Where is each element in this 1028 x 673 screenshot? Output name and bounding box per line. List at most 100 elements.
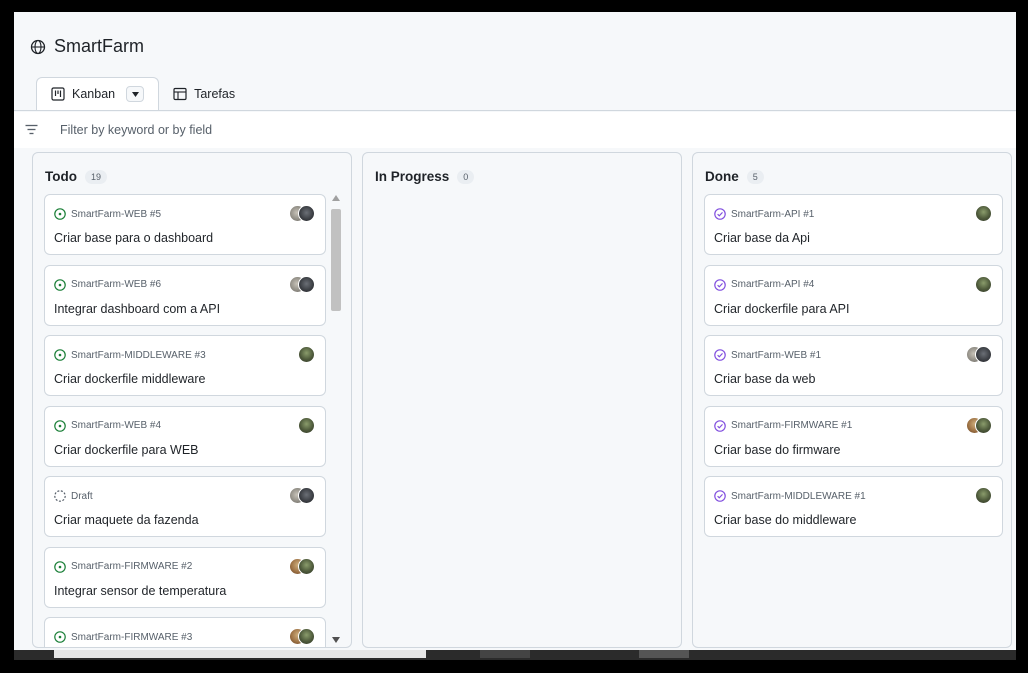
avatar[interactable] xyxy=(298,205,315,222)
avatar[interactable] xyxy=(298,557,315,575)
assignee-avatars[interactable] xyxy=(289,205,315,222)
column-scrollbar[interactable] xyxy=(329,193,343,645)
card-title[interactable]: Criar base para o dashboard xyxy=(54,231,213,245)
card-meta: SmartFarm-MIDDLEWARE #1 xyxy=(714,490,866,502)
issue-card[interactable]: SmartFarm-WEB #5 Criar base para o dashbo… xyxy=(44,194,326,255)
avatar[interactable] xyxy=(298,628,315,645)
card-list: SmartFarm-WEB #5 Criar base para o dashbo… xyxy=(44,194,326,647)
avatar[interactable] xyxy=(975,416,992,434)
assignee-avatars[interactable] xyxy=(975,205,992,222)
assignee-avatars[interactable] xyxy=(966,416,992,434)
card-title[interactable]: Criar base da Api xyxy=(714,231,810,245)
column-todo: Todo 19 SmartFarm-WEB #5 Criar base para … xyxy=(32,152,352,648)
card-reference[interactable]: SmartFarm-FIRMWARE #2 xyxy=(71,561,192,572)
scroll-up-icon[interactable] xyxy=(332,195,340,201)
header-divider xyxy=(14,110,1016,111)
tab-tarefas-label: Tarefas xyxy=(194,87,236,101)
horizontal-scroll-thumb[interactable] xyxy=(54,650,426,658)
table-icon xyxy=(173,87,187,101)
filter-input[interactable]: Filter by keyword or by field xyxy=(60,123,212,137)
avatar[interactable] xyxy=(298,275,315,293)
card-reference[interactable]: Draft xyxy=(71,491,93,502)
issue-card[interactable]: SmartFarm-MIDDLEWARE #3 Criar dockerfile … xyxy=(44,335,326,396)
column-name: Todo xyxy=(45,169,77,184)
card-meta: SmartFarm-FIRMWARE #1 xyxy=(714,419,852,432)
issue-card[interactable]: SmartFarm-WEB #1 Criar base da web xyxy=(704,335,1003,396)
assignee-avatars[interactable] xyxy=(289,487,315,504)
card-meta: SmartFarm-API #1 xyxy=(714,208,814,220)
column-in-progress: In Progress 0 xyxy=(362,152,682,648)
issue-closed-icon xyxy=(714,349,726,361)
card-reference[interactable]: SmartFarm-API #1 xyxy=(731,209,814,220)
issue-open-icon xyxy=(54,208,66,220)
card-reference[interactable]: SmartFarm-WEB #6 xyxy=(71,279,161,290)
issue-open-icon xyxy=(54,560,66,573)
card-reference[interactable]: SmartFarm-MIDDLEWARE #3 xyxy=(71,350,206,361)
card-reference[interactable]: SmartFarm-WEB #5 xyxy=(71,209,161,220)
card-title[interactable]: Integrar dashboard com a API xyxy=(54,302,220,316)
project-header: SmartFarm Kanban Tarefas xyxy=(14,12,1016,112)
card-meta: SmartFarm-FIRMWARE #3 xyxy=(54,631,192,643)
issue-closed-icon xyxy=(714,278,726,291)
view-tabs: Kanban Tarefas xyxy=(36,77,249,110)
issue-card[interactable]: SmartFarm-API #1 Criar base da Api xyxy=(704,194,1003,255)
assignee-avatars[interactable] xyxy=(289,557,315,575)
assignee-avatars[interactable] xyxy=(975,275,992,293)
avatar[interactable] xyxy=(975,275,992,293)
scroll-down-icon[interactable] xyxy=(332,637,340,643)
chevron-down-icon xyxy=(131,91,139,97)
avatar[interactable] xyxy=(975,487,992,504)
issue-card[interactable]: SmartFarm-FIRMWARE #3 xyxy=(44,617,326,647)
avatar[interactable] xyxy=(975,346,992,363)
issue-card[interactable]: SmartFarm-API #4 Criar dockerfile para AP… xyxy=(704,264,1003,326)
card-reference[interactable]: SmartFarm-FIRMWARE #3 xyxy=(71,632,192,643)
assignee-avatars[interactable] xyxy=(289,275,315,293)
view-options-button[interactable] xyxy=(126,86,145,102)
avatar[interactable] xyxy=(298,346,315,363)
tab-kanban[interactable]: Kanban xyxy=(36,77,160,110)
avatar[interactable] xyxy=(298,487,315,504)
title-row: SmartFarm xyxy=(30,36,144,57)
column-name: In Progress xyxy=(375,169,450,184)
card-title[interactable]: Criar base do middleware xyxy=(714,513,856,527)
assignee-avatars[interactable] xyxy=(298,346,315,363)
assignee-avatars[interactable] xyxy=(966,346,992,363)
issue-card[interactable]: SmartFarm-WEB #4 Criar dockerfile para WE… xyxy=(44,405,326,467)
card-title[interactable]: Integrar sensor de temperatura xyxy=(54,584,226,598)
card-title[interactable]: Criar base da web xyxy=(714,372,815,386)
card-meta: Draft xyxy=(54,490,93,502)
card-meta: SmartFarm-WEB #4 xyxy=(54,419,161,432)
assignee-avatars[interactable] xyxy=(975,487,992,504)
card-title[interactable]: Criar dockerfile para API xyxy=(714,302,849,316)
filter-bar[interactable]: Filter by keyword or by field xyxy=(14,112,1016,148)
tab-tarefas[interactable]: Tarefas xyxy=(159,78,249,110)
issue-closed-icon xyxy=(714,419,726,432)
issue-card[interactable]: SmartFarm-MIDDLEWARE #1 Criar base do mid… xyxy=(704,476,1003,537)
card-reference[interactable]: SmartFarm-WEB #4 xyxy=(71,420,161,431)
assignee-avatars[interactable] xyxy=(289,628,315,645)
card-reference[interactable]: SmartFarm-API #4 xyxy=(731,279,814,290)
globe-icon xyxy=(30,39,46,54)
card-reference[interactable]: SmartFarm-WEB #1 xyxy=(731,350,821,361)
card-meta: SmartFarm-WEB #1 xyxy=(714,349,821,361)
project-window: SmartFarm Kanban Tarefas Filter by keywo… xyxy=(14,12,1016,652)
card-title[interactable]: Criar maquete da fazenda xyxy=(54,513,199,527)
horizontal-scrollbar[interactable] xyxy=(14,650,1016,660)
avatar[interactable] xyxy=(975,205,992,222)
assignee-avatars[interactable] xyxy=(298,416,315,434)
issue-card[interactable]: Draft Criar maquete da fazenda xyxy=(44,476,326,537)
card-title[interactable]: Criar base do firmware xyxy=(714,443,840,457)
scroll-thumb[interactable] xyxy=(331,209,341,311)
card-title[interactable]: Criar dockerfile para WEB xyxy=(54,443,199,457)
taskbar-segment xyxy=(639,650,689,658)
issue-open-icon xyxy=(54,631,66,643)
issue-card[interactable]: SmartFarm-WEB #6 Integrar dashboard com a… xyxy=(44,264,326,326)
issue-card[interactable]: SmartFarm-FIRMWARE #1 Criar base do firmw… xyxy=(704,405,1003,467)
card-reference[interactable]: SmartFarm-FIRMWARE #1 xyxy=(731,420,852,431)
project-board-icon xyxy=(51,87,65,101)
issue-closed-icon xyxy=(714,490,726,502)
issue-card[interactable]: SmartFarm-FIRMWARE #2 Integrar sensor de … xyxy=(44,546,326,608)
card-title[interactable]: Criar dockerfile middleware xyxy=(54,372,205,386)
avatar[interactable] xyxy=(298,416,315,434)
card-reference[interactable]: SmartFarm-MIDDLEWARE #1 xyxy=(731,491,866,502)
